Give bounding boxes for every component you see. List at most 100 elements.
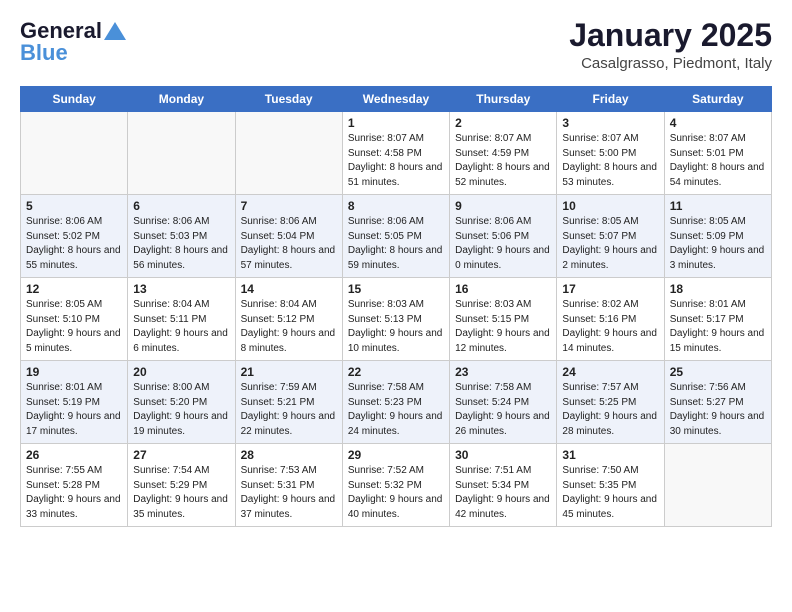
day-cell-3: 3 Sunrise: 8:07 AM Sunset: 5:00 PM Daylig…: [557, 112, 664, 195]
day-cell-27: 27 Sunrise: 7:54 AM Sunset: 5:29 PM Dayli…: [128, 444, 235, 527]
day-number: 24: [562, 365, 658, 379]
header: General Blue January 2025 Casalgrasso, P…: [20, 18, 772, 72]
day-info: Sunrise: 8:06 AM Sunset: 5:06 PM Dayligh…: [455, 215, 551, 273]
weekday-tuesday: Tuesday: [235, 87, 342, 112]
logo-blue: Blue: [20, 40, 68, 66]
day-info: Sunrise: 8:07 AM Sunset: 4:59 PM Dayligh…: [455, 132, 551, 190]
day-info: Sunrise: 7:55 AM Sunset: 5:28 PM Dayligh…: [26, 464, 122, 522]
day-cell-10: 10Sunrise: 8:05 AM Sunset: 5:07 PM Dayli…: [557, 195, 664, 278]
week-row-2: 5 Sunrise: 8:06 AM Sunset: 5:02 PM Daylig…: [21, 195, 772, 278]
day-cell-19: 19 Sunrise: 8:01 AM Sunset: 5:19 PM Dayli…: [21, 361, 128, 444]
day-number: 2: [455, 116, 551, 130]
day-info: Sunrise: 8:01 AM Sunset: 5:19 PM Dayligh…: [26, 381, 122, 439]
day-cell-11: 11 Sunrise: 8:05 AM Sunset: 5:09 PM Dayli…: [664, 195, 771, 278]
day-info: Sunrise: 7:50 AM Sunset: 5:35 PM Dayligh…: [562, 464, 658, 522]
day-info: Sunrise: 8:04 AM Sunset: 5:12 PM Dayligh…: [241, 298, 337, 356]
empty-cell: [128, 112, 235, 195]
day-cell-24: 24 Sunrise: 7:57 AM Sunset: 5:25 PM Dayli…: [557, 361, 664, 444]
day-info: Sunrise: 8:03 AM Sunset: 5:15 PM Dayligh…: [455, 298, 551, 356]
day-info: Sunrise: 8:07 AM Sunset: 4:58 PM Dayligh…: [348, 132, 444, 190]
day-info: Sunrise: 7:58 AM Sunset: 5:24 PM Dayligh…: [455, 381, 551, 439]
day-cell-14: 14Sunrise: 8:04 AM Sunset: 5:12 PM Dayli…: [235, 278, 342, 361]
day-info: Sunrise: 7:59 AM Sunset: 5:21 PM Dayligh…: [241, 381, 337, 439]
day-cell-28: 28Sunrise: 7:53 AM Sunset: 5:31 PM Dayli…: [235, 444, 342, 527]
day-number: 30: [455, 448, 551, 462]
weekday-friday: Friday: [557, 87, 664, 112]
day-info: Sunrise: 8:06 AM Sunset: 5:02 PM Dayligh…: [26, 215, 122, 273]
day-cell-20: 20Sunrise: 8:00 AM Sunset: 5:20 PM Dayli…: [128, 361, 235, 444]
day-info: Sunrise: 8:07 AM Sunset: 5:00 PM Dayligh…: [562, 132, 658, 190]
weekday-sunday: Sunday: [21, 87, 128, 112]
day-info: Sunrise: 8:01 AM Sunset: 5:17 PM Dayligh…: [670, 298, 766, 356]
day-number: 9: [455, 199, 551, 213]
day-number: 17: [562, 282, 658, 296]
day-cell-16: 16 Sunrise: 8:03 AM Sunset: 5:15 PM Dayli…: [450, 278, 557, 361]
day-cell-1: 1Sunrise: 8:07 AM Sunset: 4:58 PM Daylig…: [342, 112, 449, 195]
day-number: 18: [670, 282, 766, 296]
day-info: Sunrise: 8:02 AM Sunset: 5:16 PM Dayligh…: [562, 298, 658, 356]
day-cell-9: 9 Sunrise: 8:06 AM Sunset: 5:06 PM Daylig…: [450, 195, 557, 278]
day-info: Sunrise: 7:51 AM Sunset: 5:34 PM Dayligh…: [455, 464, 551, 522]
weekday-saturday: Saturday: [664, 87, 771, 112]
calendar-table: SundayMondayTuesdayWednesdayThursdayFrid…: [20, 86, 772, 527]
day-info: Sunrise: 7:54 AM Sunset: 5:29 PM Dayligh…: [133, 464, 229, 522]
weekday-header-row: SundayMondayTuesdayWednesdayThursdayFrid…: [21, 87, 772, 112]
day-cell-2: 2 Sunrise: 8:07 AM Sunset: 4:59 PM Daylig…: [450, 112, 557, 195]
day-info: Sunrise: 8:05 AM Sunset: 5:09 PM Dayligh…: [670, 215, 766, 273]
day-cell-17: 17 Sunrise: 8:02 AM Sunset: 5:16 PM Dayli…: [557, 278, 664, 361]
day-info: Sunrise: 7:57 AM Sunset: 5:25 PM Dayligh…: [562, 381, 658, 439]
day-number: 7: [241, 199, 337, 213]
day-number: 16: [455, 282, 551, 296]
day-cell-12: 12 Sunrise: 8:05 AM Sunset: 5:10 PM Dayli…: [21, 278, 128, 361]
day-cell-31: 31 Sunrise: 7:50 AM Sunset: 5:35 PM Dayli…: [557, 444, 664, 527]
day-cell-15: 15Sunrise: 8:03 AM Sunset: 5:13 PM Dayli…: [342, 278, 449, 361]
day-cell-8: 8Sunrise: 8:06 AM Sunset: 5:05 PM Daylig…: [342, 195, 449, 278]
empty-cell: [21, 112, 128, 195]
day-number: 23: [455, 365, 551, 379]
day-cell-26: 26 Sunrise: 7:55 AM Sunset: 5:28 PM Dayli…: [21, 444, 128, 527]
day-info: Sunrise: 7:56 AM Sunset: 5:27 PM Dayligh…: [670, 381, 766, 439]
day-info: Sunrise: 8:05 AM Sunset: 5:10 PM Dayligh…: [26, 298, 122, 356]
day-cell-25: 25 Sunrise: 7:56 AM Sunset: 5:27 PM Dayli…: [664, 361, 771, 444]
day-info: Sunrise: 8:07 AM Sunset: 5:01 PM Dayligh…: [670, 132, 766, 190]
day-cell-23: 23 Sunrise: 7:58 AM Sunset: 5:24 PM Dayli…: [450, 361, 557, 444]
day-info: Sunrise: 8:04 AM Sunset: 5:11 PM Dayligh…: [133, 298, 229, 356]
weekday-thursday: Thursday: [450, 87, 557, 112]
day-cell-7: 7 Sunrise: 8:06 AM Sunset: 5:04 PM Daylig…: [235, 195, 342, 278]
day-info: Sunrise: 8:06 AM Sunset: 5:04 PM Dayligh…: [241, 215, 337, 273]
day-cell-5: 5 Sunrise: 8:06 AM Sunset: 5:02 PM Daylig…: [21, 195, 128, 278]
day-number: 26: [26, 448, 122, 462]
day-number: 20: [133, 365, 229, 379]
empty-cell: [664, 444, 771, 527]
day-number: 25: [670, 365, 766, 379]
day-number: 4: [670, 116, 766, 130]
logo-icon: [104, 22, 126, 40]
day-cell-21: 21 Sunrise: 7:59 AM Sunset: 5:21 PM Dayli…: [235, 361, 342, 444]
day-info: Sunrise: 8:03 AM Sunset: 5:13 PM Dayligh…: [348, 298, 444, 356]
week-row-3: 12 Sunrise: 8:05 AM Sunset: 5:10 PM Dayli…: [21, 278, 772, 361]
week-row-4: 19 Sunrise: 8:01 AM Sunset: 5:19 PM Dayli…: [21, 361, 772, 444]
week-row-1: 1Sunrise: 8:07 AM Sunset: 4:58 PM Daylig…: [21, 112, 772, 195]
day-cell-6: 6 Sunrise: 8:06 AM Sunset: 5:03 PM Daylig…: [128, 195, 235, 278]
weekday-monday: Monday: [128, 87, 235, 112]
day-cell-29: 29Sunrise: 7:52 AM Sunset: 5:32 PM Dayli…: [342, 444, 449, 527]
day-cell-30: 30 Sunrise: 7:51 AM Sunset: 5:34 PM Dayli…: [450, 444, 557, 527]
day-number: 19: [26, 365, 122, 379]
day-number: 21: [241, 365, 337, 379]
day-info: Sunrise: 8:06 AM Sunset: 5:03 PM Dayligh…: [133, 215, 229, 273]
day-number: 6: [133, 199, 229, 213]
location: Casalgrasso, Piedmont, Italy: [569, 55, 772, 72]
day-number: 22: [348, 365, 444, 379]
day-number: 12: [26, 282, 122, 296]
day-number: 27: [133, 448, 229, 462]
day-number: 5: [26, 199, 122, 213]
day-cell-4: 4 Sunrise: 8:07 AM Sunset: 5:01 PM Daylig…: [664, 112, 771, 195]
day-number: 3: [562, 116, 658, 130]
day-number: 28: [241, 448, 337, 462]
page-container: General Blue January 2025 Casalgrasso, P…: [0, 0, 792, 537]
day-info: Sunrise: 8:05 AM Sunset: 5:07 PM Dayligh…: [562, 215, 658, 273]
day-number: 29: [348, 448, 444, 462]
day-number: 31: [562, 448, 658, 462]
day-cell-18: 18 Sunrise: 8:01 AM Sunset: 5:17 PM Dayli…: [664, 278, 771, 361]
day-number: 11: [670, 199, 766, 213]
